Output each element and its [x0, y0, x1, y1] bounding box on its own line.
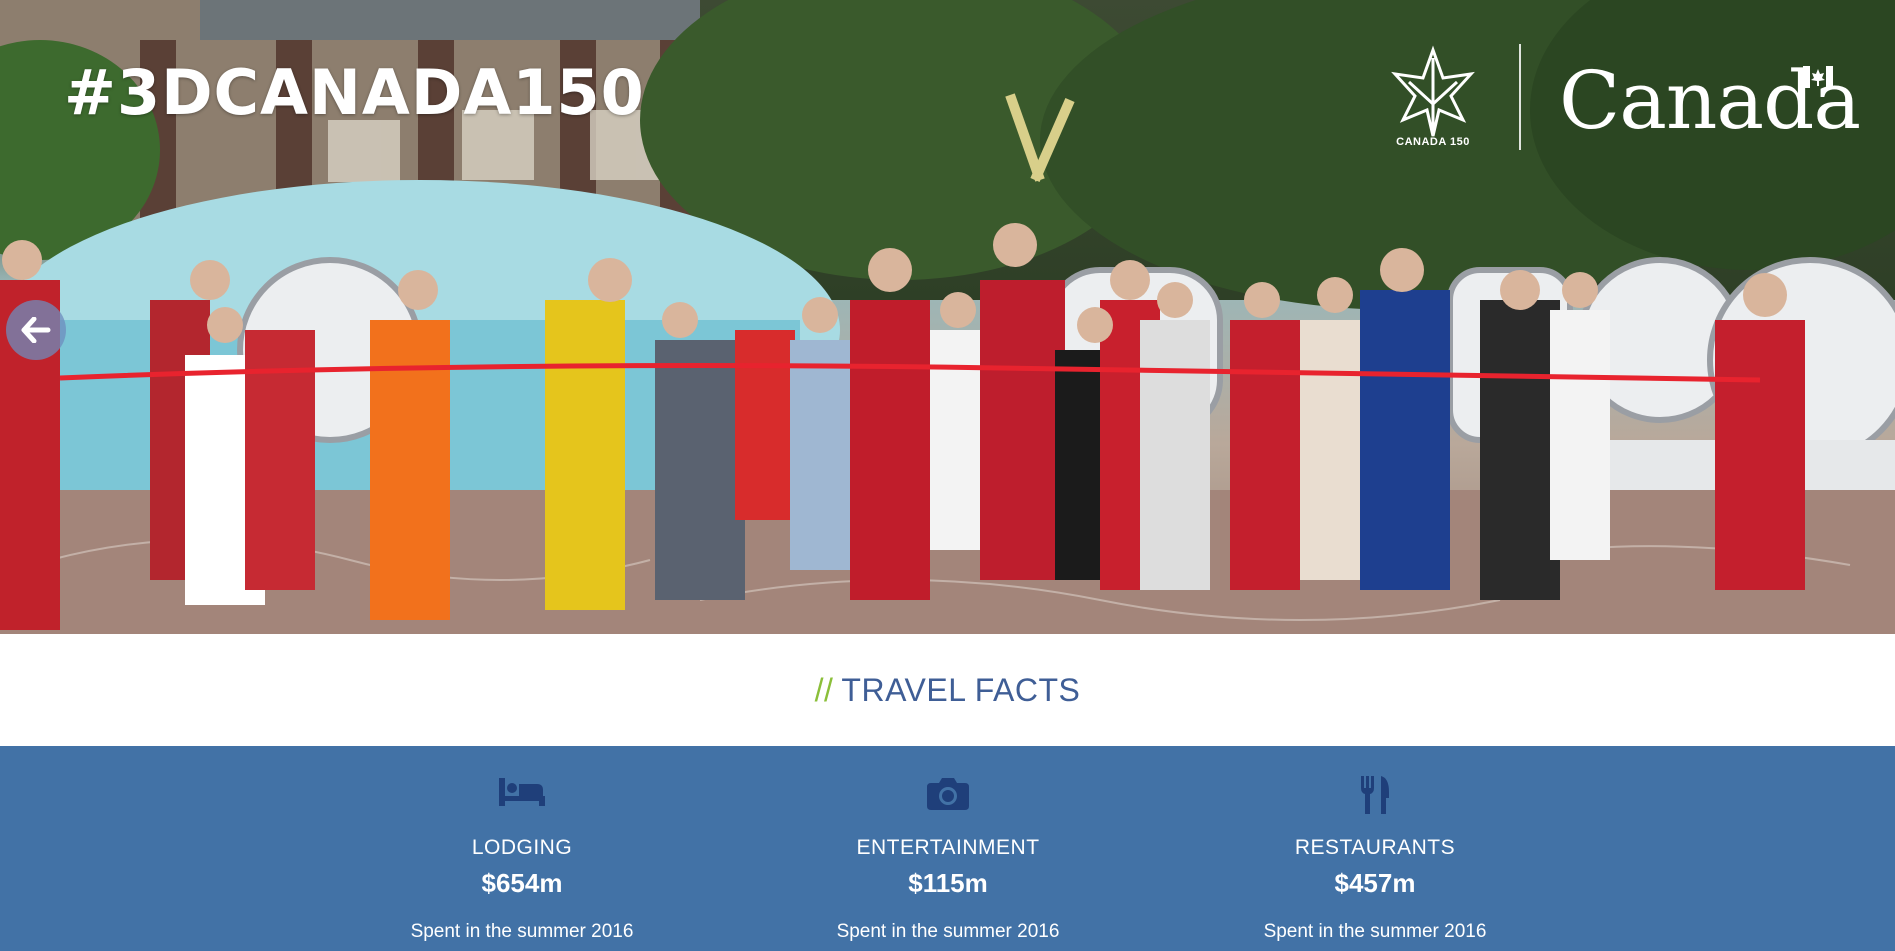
- fact-note: Spent in the summer 2016: [1263, 921, 1487, 942]
- fact-amount: $115m: [908, 868, 988, 898]
- hero-banner: #3DCANADA150 CANADA 150 Canada: [0, 0, 1895, 634]
- arrow-left-icon: [21, 317, 51, 343]
- fact-note: Spent in the summer 2016: [836, 921, 1060, 942]
- fact-category: RESTAURANTS: [1294, 836, 1456, 859]
- heading-slashes: //: [814, 671, 834, 708]
- fact-note: Spent in the summer 2016: [410, 921, 634, 942]
- section-heading: // TRAVEL FACTS: [0, 634, 1895, 746]
- travel-facts-panel: LODGING $654m Spent in the summer 2016 E…: [0, 746, 1895, 951]
- fact-category: ENTERTAINMENT: [856, 836, 1040, 859]
- fact-category: LODGING: [471, 836, 573, 859]
- fact-amount: $457m: [1334, 868, 1416, 898]
- bed-icon: [499, 778, 545, 806]
- camera-icon: [927, 778, 969, 810]
- canada150-label: CANADA 150: [1396, 136, 1470, 148]
- canada-flag-icon: [1803, 66, 1833, 88]
- fact-entertainment: ENTERTAINMENT $115m Spent in the summer …: [768, 746, 1128, 943]
- hashtag-title: #3DCANADA150: [64, 56, 645, 129]
- logo-divider: [1519, 44, 1521, 150]
- utensils-icon: [1361, 776, 1389, 814]
- fact-restaurants: RESTAURANTS $457m Spent in the summer 20…: [1195, 746, 1555, 943]
- canada150-logo: CANADA 150 Canada: [1385, 44, 1861, 154]
- carousel-prev-button[interactable]: [6, 300, 66, 360]
- fact-amount: $654m: [481, 868, 563, 898]
- fact-lodging: LODGING $654m Spent in the summer 2016: [342, 746, 702, 943]
- maple-leaf-icon: [1391, 45, 1475, 137]
- heading-text: TRAVEL FACTS: [841, 671, 1081, 708]
